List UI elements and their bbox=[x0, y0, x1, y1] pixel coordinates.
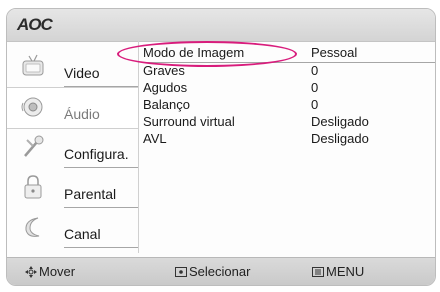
sidebar-item-parental[interactable]: Parental bbox=[7, 168, 138, 208]
setting-row-treble[interactable]: Agudos 0 bbox=[143, 80, 435, 97]
sidebar-item-label: Configura. bbox=[64, 146, 129, 162]
sidebar-item-label: Canal bbox=[64, 226, 101, 242]
osd-menu-window: AOC Video Áudio Configura. Parental Cana… bbox=[6, 8, 436, 286]
hint-menu: MENU bbox=[312, 264, 364, 279]
hint-move: Mover bbox=[25, 264, 75, 279]
setting-value: Desligado bbox=[311, 114, 369, 129]
sidebar-item-audio[interactable]: Áudio bbox=[7, 87, 138, 129]
setting-value: 0 bbox=[311, 80, 319, 95]
hint-select: Selecionar bbox=[175, 264, 250, 279]
speaker-icon bbox=[21, 97, 43, 117]
setting-value: Pessoal bbox=[311, 45, 358, 60]
ok-button-icon bbox=[175, 267, 187, 277]
setting-value: 0 bbox=[311, 97, 319, 112]
selection-highlight-ellipse bbox=[117, 41, 297, 67]
sidebar-item-label: Parental bbox=[64, 186, 117, 202]
lock-icon bbox=[24, 175, 42, 199]
hint-select-label: Selecionar bbox=[189, 264, 251, 279]
sidebar-item-settings[interactable]: Configura. bbox=[7, 128, 138, 168]
setting-row-avl[interactable]: AVL Desligado bbox=[143, 131, 435, 148]
setting-name: Balanço bbox=[143, 97, 190, 112]
setting-name: Surround virtual bbox=[143, 114, 235, 129]
setting-name: AVL bbox=[143, 131, 167, 146]
channel-icon bbox=[25, 217, 40, 237]
setting-row-virtual-surround[interactable]: Surround virtual Desligado bbox=[143, 114, 435, 131]
directional-pad-icon bbox=[25, 266, 37, 278]
panel-divider bbox=[138, 41, 139, 253]
hint-move-label: Mover bbox=[39, 264, 76, 279]
sidebar-item-channel[interactable]: Canal bbox=[7, 208, 138, 248]
menu-header: AOC bbox=[7, 9, 435, 42]
setting-row-balance[interactable]: Balanço 0 bbox=[143, 97, 435, 114]
divider bbox=[64, 247, 138, 248]
tv-icon bbox=[22, 54, 44, 76]
setting-name: Agudos bbox=[143, 80, 188, 95]
tools-icon bbox=[24, 135, 44, 157]
menu-button-icon bbox=[312, 267, 324, 277]
sidebar-nav: Video Áudio Configura. Parental Canal bbox=[7, 45, 138, 255]
button-hint-bar: Mover Selecionar MENU bbox=[7, 257, 435, 285]
setting-value: Desligado bbox=[311, 131, 369, 146]
brand-logo: AOC bbox=[17, 15, 53, 34]
sidebar-item-label: Video bbox=[64, 65, 100, 81]
setting-value: 0 bbox=[311, 63, 319, 78]
hint-menu-label: MENU bbox=[326, 264, 365, 279]
sidebar-item-label: Áudio bbox=[64, 106, 100, 122]
